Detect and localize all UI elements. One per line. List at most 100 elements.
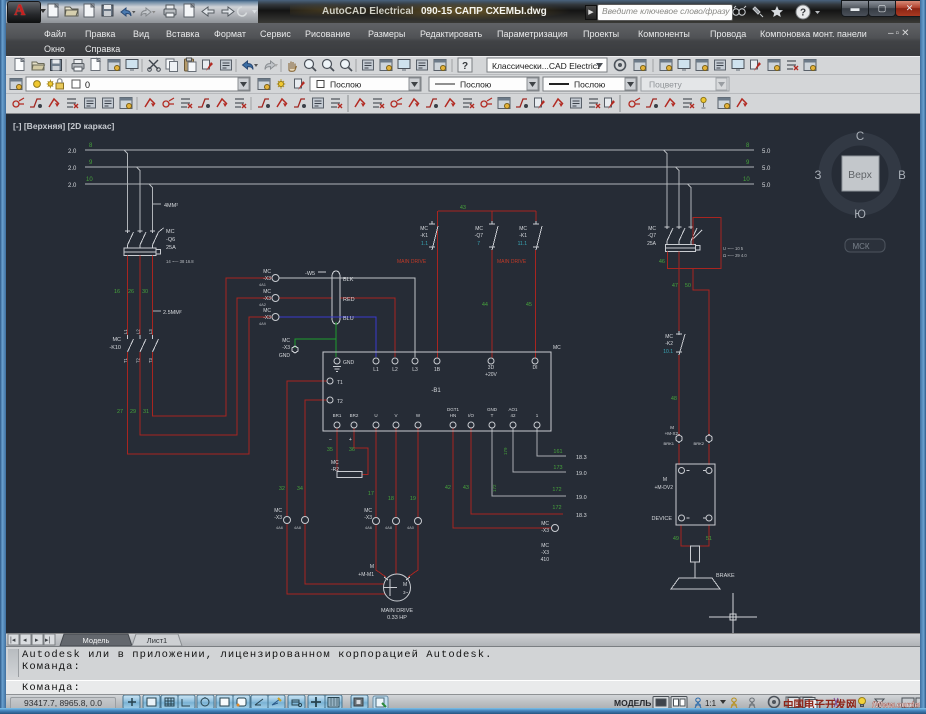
svg-text:1.1: 1.1: [421, 241, 428, 247]
svg-text:2.0: 2.0: [68, 149, 77, 155]
svg-text:44: 44: [482, 302, 488, 308]
svg-text:T2: T2: [136, 357, 141, 363]
svg-text:4A0: 4A0: [407, 525, 415, 530]
svg-text:MC: MC: [364, 508, 372, 514]
svg-text:+20V: +20V: [485, 372, 497, 378]
svg-text:З: З: [815, 170, 822, 182]
svg-text:-K10: -K10: [109, 345, 121, 351]
svg-text:MC: MC: [263, 289, 271, 295]
svg-text:U: U: [374, 413, 377, 418]
svg-text:46: 46: [659, 259, 665, 265]
svg-text:BRK1: BRK1: [664, 441, 675, 446]
svg-text:4A6: 4A6: [276, 525, 284, 530]
svg-text:DEVICE: DEVICE: [652, 516, 673, 522]
svg-text:16: 16: [114, 289, 120, 295]
svg-text:31: 31: [143, 409, 149, 415]
svg-text:MC: MC: [331, 460, 339, 466]
svg-text:36: 36: [349, 447, 355, 453]
svg-text:MC: MC: [541, 521, 549, 527]
svg-text:30: 30: [142, 289, 148, 295]
svg-text:BRAKE: BRAKE: [716, 573, 735, 579]
svg-text:172: 172: [552, 505, 561, 511]
svg-text:0.33 HP: 0.33 HP: [387, 615, 407, 621]
svg-text:17: 17: [368, 491, 374, 497]
svg-text:11.1: 11.1: [518, 241, 528, 247]
svg-text:7: 7: [477, 241, 480, 247]
svg-text:1: 1: [536, 413, 539, 418]
svg-text:MC: MC: [420, 226, 428, 232]
svg-text:Ω ~— 29 4.0: Ω ~— 29 4.0: [723, 253, 747, 258]
svg-text:35: 35: [327, 447, 333, 453]
svg-text:BR1: BR1: [333, 413, 342, 418]
svg-text:161: 161: [553, 449, 562, 455]
svg-text:T1: T1: [337, 380, 343, 386]
svg-text:43: 43: [463, 485, 469, 491]
svg-text:179: 179: [503, 447, 508, 455]
svg-text:MC: MC: [541, 543, 549, 549]
svg-text:|◂: |◂: [10, 637, 16, 644]
svg-text:9: 9: [746, 160, 750, 166]
svg-text:DGT1: DGT1: [447, 407, 459, 412]
svg-text:42: 42: [445, 485, 451, 491]
svg-text:-X3: -X3: [364, 515, 372, 521]
svg-text:Ю: Ю: [854, 209, 866, 221]
svg-text:U ~— 10 5: U ~— 10 5: [723, 246, 744, 251]
svg-text:M: M: [663, 477, 667, 483]
svg-text:43: 43: [460, 205, 466, 211]
svg-text:0: 0: [85, 80, 90, 90]
svg-text:5.0: 5.0: [762, 183, 771, 189]
svg-text:32: 32: [279, 486, 285, 492]
svg-text:+M-M1: +M-M1: [358, 572, 374, 578]
svg-text:10.1: 10.1: [663, 349, 673, 355]
svg-text:?: ?: [800, 8, 806, 19]
svg-text:Модель: Модель: [83, 636, 110, 645]
svg-text:-K1: -K1: [519, 233, 527, 239]
svg-text:BRK2: BRK2: [694, 441, 705, 446]
svg-text:50: 50: [685, 283, 691, 289]
svg-text:HN: HN: [450, 413, 457, 418]
svg-text:-K1: -K1: [420, 233, 428, 239]
svg-text:10: 10: [743, 177, 750, 183]
svg-text:19: 19: [410, 496, 416, 502]
svg-text:5.0: 5.0: [762, 149, 771, 155]
svg-text:4MM²: 4MM²: [164, 203, 178, 209]
svg-text:2.0: 2.0: [68, 166, 77, 172]
svg-text:14 ~— 38 16.8: 14 ~— 38 16.8: [166, 259, 194, 264]
svg-text:3~: 3~: [403, 590, 409, 595]
svg-text:MC: MC: [274, 508, 282, 514]
svg-text:Верх: Верх: [848, 169, 873, 181]
svg-text:GND: GND: [487, 407, 498, 412]
svg-text:2.0: 2.0: [68, 183, 77, 189]
svg-text:1:1: 1:1: [705, 699, 717, 708]
svg-text:BR2: BR2: [350, 413, 359, 418]
svg-text:MC: MC: [519, 226, 527, 232]
svg-text:MC: MC: [475, 226, 483, 232]
svg-text:Лист1: Лист1: [147, 636, 167, 645]
svg-text:4A2: 4A2: [259, 302, 267, 307]
svg-text:L1: L1: [373, 367, 379, 373]
svg-text:34: 34: [297, 486, 303, 492]
svg-text:172: 172: [492, 484, 497, 492]
svg-text:L2: L2: [392, 367, 398, 373]
svg-text:M: M: [670, 425, 674, 430]
svg-text:173: 173: [553, 465, 562, 471]
svg-text:Поцвету: Поцвету: [649, 80, 683, 90]
svg-text:T2: T2: [337, 399, 343, 405]
svg-text:Послою: Послою: [330, 80, 362, 90]
svg-text:-R2: -R2: [331, 467, 339, 473]
svg-text:Послою: Послою: [574, 80, 606, 90]
svg-text:MAIN DRIVE: MAIN DRIVE: [397, 259, 427, 265]
svg-text:-X3: -X3: [282, 345, 290, 351]
svg-text:4A8: 4A8: [294, 525, 302, 530]
svg-text:2.5MM²: 2.5MM²: [163, 310, 182, 316]
svg-text:MC: MC: [263, 308, 271, 314]
svg-text:В: В: [898, 170, 906, 182]
svg-text:L3: L3: [412, 367, 418, 373]
svg-text:8: 8: [89, 143, 93, 149]
svg-text:51: 51: [706, 536, 712, 542]
svg-text:25A: 25A: [647, 241, 657, 247]
svg-text:18.3: 18.3: [576, 513, 587, 519]
svg-text:-Q7: -Q7: [648, 233, 657, 239]
svg-text:MC: MC: [112, 337, 121, 343]
svg-text:25A: 25A: [166, 245, 176, 251]
